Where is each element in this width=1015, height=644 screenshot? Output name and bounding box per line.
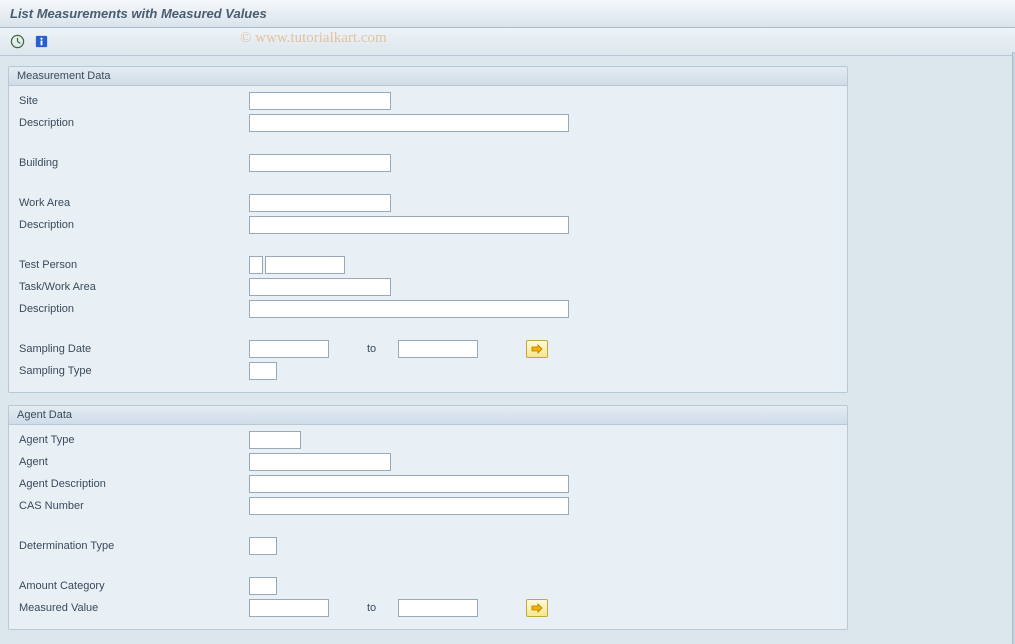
- label-testperson: Test Person: [19, 259, 249, 271]
- input-measuredvalue-to[interactable]: [398, 599, 478, 617]
- input-determinationtype[interactable]: [249, 537, 277, 555]
- input-site[interactable]: [249, 92, 391, 110]
- row-taskworkarea: Task/Work Area: [9, 276, 847, 298]
- row-agentdescription: Agent Description: [9, 473, 847, 495]
- label-workarea: Work Area: [19, 197, 249, 209]
- group-agent-data: Agent Data Agent Type Agent Agent Descri…: [8, 405, 848, 630]
- watermark-text: © www.tutorialkart.com: [240, 30, 387, 47]
- input-samplingdate-from[interactable]: [249, 340, 329, 358]
- arrow-right-icon: [531, 603, 543, 613]
- label-description1: Description: [19, 117, 249, 129]
- input-samplingtype[interactable]: [249, 362, 277, 380]
- label-description2: Description: [19, 219, 249, 231]
- execute-button[interactable]: [8, 33, 26, 51]
- input-building[interactable]: [249, 154, 391, 172]
- input-casnumber[interactable]: [249, 497, 569, 515]
- label-building: Building: [19, 157, 249, 169]
- group-title-agent: Agent Data: [9, 406, 847, 425]
- input-description3[interactable]: [249, 300, 569, 318]
- content-area: Measurement Data Site Description Buildi…: [0, 56, 1015, 630]
- row-workarea: Work Area: [9, 192, 847, 214]
- label-to-samplingdate: to: [367, 343, 376, 355]
- row-agenttype: Agent Type: [9, 429, 847, 451]
- group-body-measurement: Site Description Building Work Area Desc…: [9, 86, 847, 392]
- label-taskworkarea: Task/Work Area: [19, 281, 249, 293]
- row-description1: Description: [9, 112, 847, 134]
- input-testperson-b[interactable]: [265, 256, 345, 274]
- input-taskworkarea[interactable]: [249, 278, 391, 296]
- execute-clock-icon: [10, 34, 25, 49]
- label-agenttype: Agent Type: [19, 434, 249, 446]
- label-amountcategory: Amount Category: [19, 580, 249, 592]
- row-amountcategory: Amount Category: [9, 575, 847, 597]
- row-samplingtype: Sampling Type: [9, 360, 847, 382]
- info-button[interactable]: [32, 33, 50, 51]
- input-agenttype[interactable]: [249, 431, 301, 449]
- page-title-bar: List Measurements with Measured Values: [0, 0, 1015, 28]
- label-agentdescription: Agent Description: [19, 478, 249, 490]
- row-description2: Description: [9, 214, 847, 236]
- label-to-measuredvalue: to: [367, 602, 376, 614]
- group-measurement-data: Measurement Data Site Description Buildi…: [8, 66, 848, 393]
- label-samplingtype: Sampling Type: [19, 365, 249, 377]
- row-samplingdate: Sampling Date to: [9, 338, 847, 360]
- input-workarea[interactable]: [249, 194, 391, 212]
- input-agentdescription[interactable]: [249, 475, 569, 493]
- multi-select-samplingdate[interactable]: [526, 340, 548, 358]
- input-amountcategory[interactable]: [249, 577, 277, 595]
- group-body-agent: Agent Type Agent Agent Description CAS N…: [9, 425, 847, 629]
- input-measuredvalue-from[interactable]: [249, 599, 329, 617]
- row-measuredvalue: Measured Value to: [9, 597, 847, 619]
- label-determinationtype: Determination Type: [19, 540, 249, 552]
- toolbar: © www.tutorialkart.com: [0, 28, 1015, 56]
- input-description2[interactable]: [249, 216, 569, 234]
- row-building: Building: [9, 152, 847, 174]
- multi-select-measuredvalue[interactable]: [526, 599, 548, 617]
- label-samplingdate: Sampling Date: [19, 343, 249, 355]
- label-agent: Agent: [19, 456, 249, 468]
- label-measuredvalue: Measured Value: [19, 602, 249, 614]
- input-agent[interactable]: [249, 453, 391, 471]
- arrow-right-icon: [531, 344, 543, 354]
- row-testperson: Test Person: [9, 254, 847, 276]
- page-title: List Measurements with Measured Values: [10, 6, 267, 21]
- label-casnumber: CAS Number: [19, 500, 249, 512]
- input-testperson-a[interactable]: [249, 256, 263, 274]
- label-description3: Description: [19, 303, 249, 315]
- input-samplingdate-to[interactable]: [398, 340, 478, 358]
- row-determinationtype: Determination Type: [9, 535, 847, 557]
- group-title-measurement: Measurement Data: [9, 67, 847, 86]
- info-icon: [34, 34, 49, 49]
- row-casnumber: CAS Number: [9, 495, 847, 517]
- input-description1[interactable]: [249, 114, 569, 132]
- row-agent: Agent: [9, 451, 847, 473]
- label-site: Site: [19, 95, 249, 107]
- row-description3: Description: [9, 298, 847, 320]
- row-site: Site: [9, 90, 847, 112]
